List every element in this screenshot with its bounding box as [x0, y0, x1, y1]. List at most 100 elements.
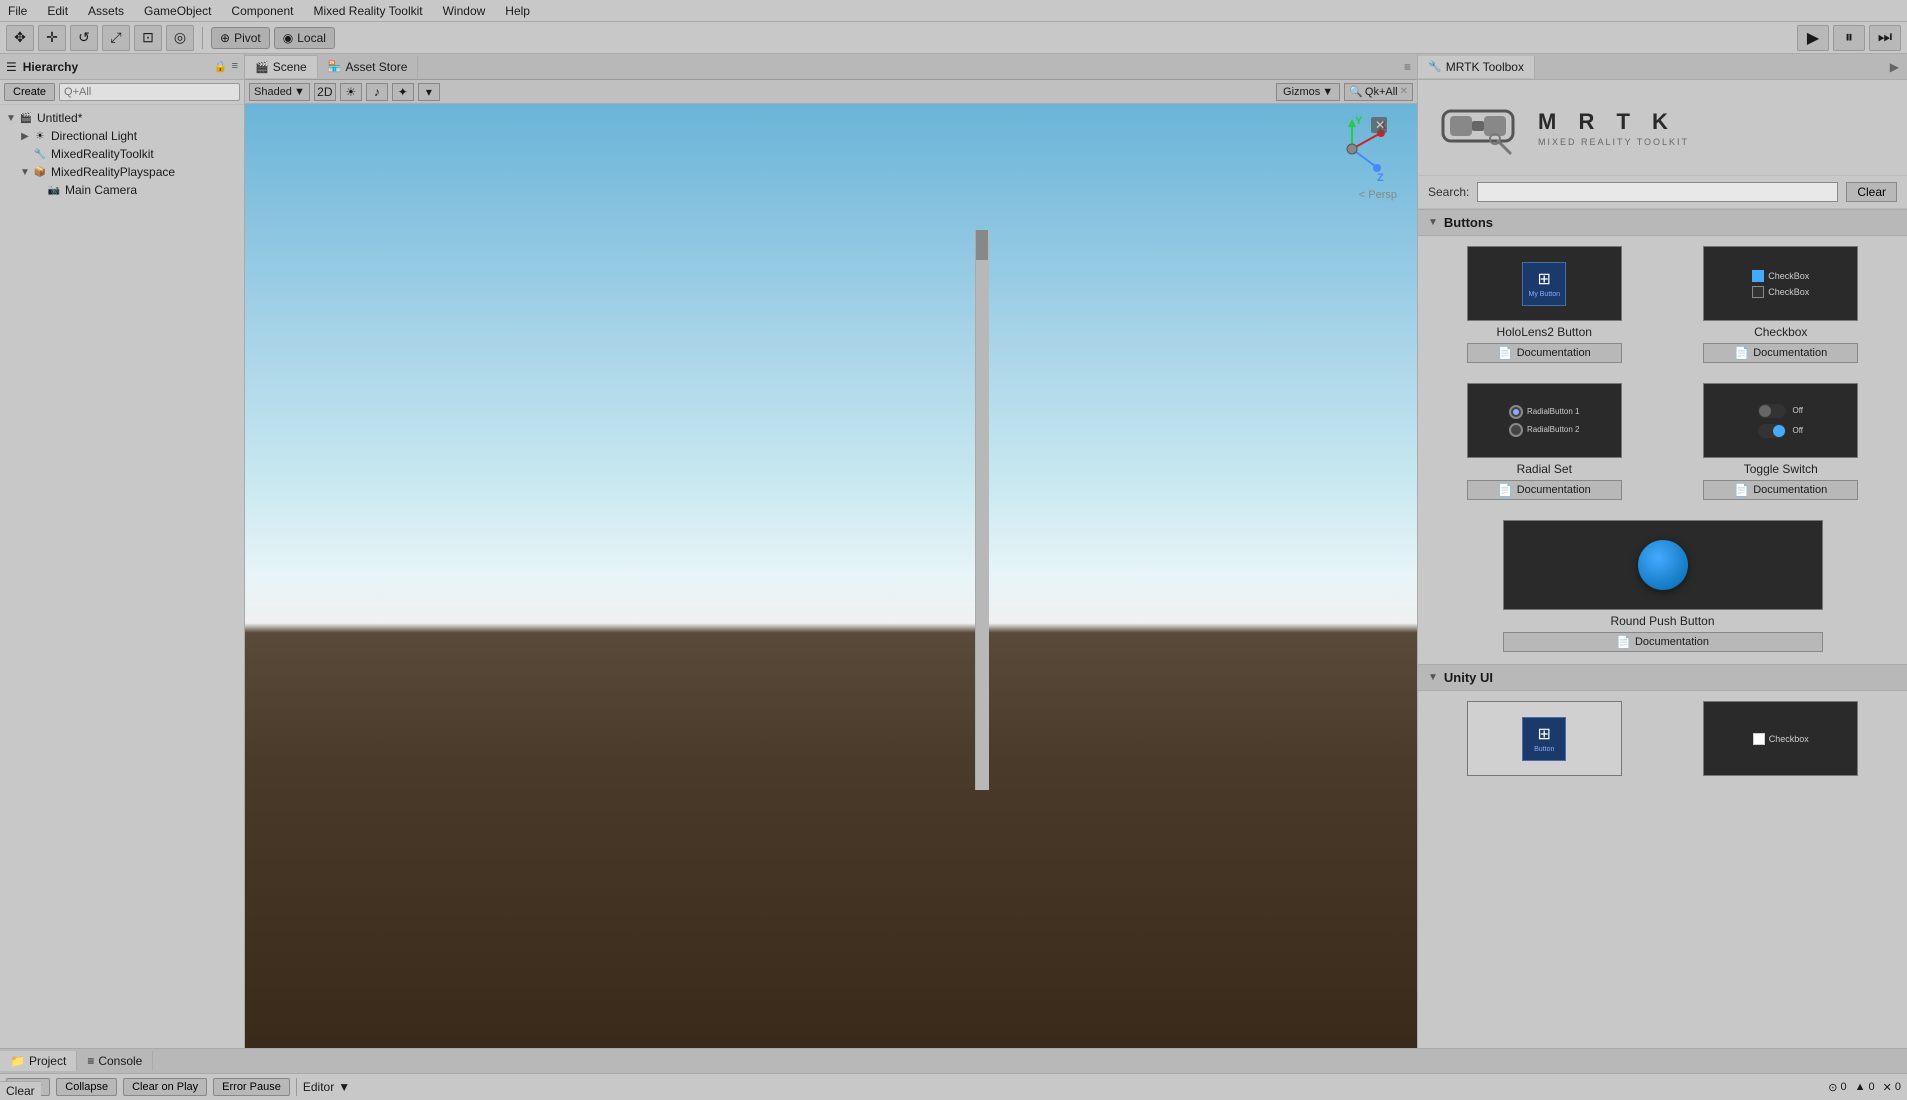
- toggle-item-2: Off: [1758, 424, 1803, 438]
- radial-doc-btn[interactable]: 📄 Documentation: [1467, 480, 1622, 500]
- radial-preview-box[interactable]: RadialButton 1 RadialButton 2: [1467, 383, 1622, 458]
- round-push-item: Round Push Button 📄 Documentation: [1503, 520, 1823, 652]
- hierarchy-title: Hierarchy: [23, 60, 78, 74]
- toolbar-separator-1: [202, 27, 203, 49]
- tool-move[interactable]: ✛: [38, 25, 66, 51]
- mrtk-search-label: Search:: [1428, 185, 1469, 199]
- menu-mrtk[interactable]: Mixed Reality Toolkit: [309, 2, 426, 20]
- gizmos-search[interactable]: 🔍 Qk+All ✕: [1344, 83, 1413, 101]
- tab-asset-store[interactable]: 🏪 Asset Store: [318, 56, 419, 78]
- create-button[interactable]: Create: [4, 83, 55, 101]
- hierarchy-item-mrtk[interactable]: 🔧 MixedRealityToolkit: [0, 145, 244, 163]
- tab-scene[interactable]: 🎬 Scene: [245, 55, 318, 78]
- console-tab-label: Console: [98, 1054, 142, 1068]
- menu-assets[interactable]: Assets: [84, 2, 128, 20]
- menu-edit[interactable]: Edit: [43, 2, 72, 20]
- console-error-pause-button[interactable]: Error Pause: [213, 1078, 290, 1096]
- mrtk-content[interactable]: M R T K MIXED REALITY TOOLKIT Search: Cl…: [1418, 80, 1907, 1048]
- hierarchy-menu-icon[interactable]: ≡: [232, 60, 238, 73]
- mrtk-panel-arrow[interactable]: ▶: [1882, 56, 1907, 78]
- unity-ui-btn-preview[interactable]: ⊞ Button: [1467, 701, 1622, 776]
- unity-ui-btn-text: Button: [1534, 746, 1554, 753]
- checkbox-item-2: CheckBox: [1752, 286, 1809, 298]
- status-icon-info[interactable]: ⊙ 0: [1828, 1081, 1846, 1094]
- playspace-icon: 📦: [32, 164, 48, 180]
- hierarchy-lock-icon[interactable]: 🔒: [214, 60, 228, 73]
- directional-light-label: Directional Light: [51, 129, 137, 143]
- bottom-left-clear: Clear: [0, 1081, 41, 1100]
- cb-box-2: [1752, 286, 1764, 298]
- mrtk-clear-button[interactable]: Clear: [1846, 182, 1897, 202]
- checkbox-preview[interactable]: CheckBox CheckBox: [1703, 246, 1858, 321]
- bottom-status-icons: ⊙ 0 ▲ 0 ✕ 0: [1828, 1081, 1901, 1094]
- checkbox-item-1: CheckBox: [1752, 270, 1809, 282]
- status-icon-error[interactable]: ✕ 0: [1883, 1081, 1901, 1094]
- hierarchy-item-directional-light[interactable]: ▶ ☀ Directional Light: [0, 127, 244, 145]
- editor-dropdown-arrow[interactable]: ▼: [338, 1080, 350, 1094]
- console-tab-icon: ≡: [87, 1054, 94, 1068]
- menu-component[interactable]: Component: [227, 2, 297, 20]
- tool-transform[interactable]: ◎: [166, 25, 194, 51]
- mrtk-scrollbar-track[interactable]: [975, 230, 989, 790]
- gizmos-close-icon[interactable]: ✕: [1400, 86, 1408, 97]
- status-icon-warning[interactable]: ▲ 0: [1855, 1081, 1875, 1093]
- step-button[interactable]: ⏭: [1869, 25, 1901, 51]
- unity-ui-checkbox-item: Checkbox: [1667, 701, 1896, 776]
- pivot-button[interactable]: ⊕ Pivot: [211, 27, 270, 49]
- tool-hand[interactable]: ✥: [6, 25, 34, 51]
- radial-text-1: RadialButton 1: [1527, 407, 1579, 416]
- menu-bar: File Edit Assets GameObject Component Mi…: [0, 0, 1907, 22]
- menu-file[interactable]: File: [4, 2, 31, 20]
- round-push-label: Round Push Button: [1610, 614, 1714, 628]
- scene-panel-menu[interactable]: ≡: [1404, 60, 1417, 74]
- hierarchy-search[interactable]: [59, 83, 240, 101]
- tool-rotate[interactable]: ↺: [70, 25, 98, 51]
- project-tab-icon: 📁: [10, 1054, 25, 1068]
- hierarchy-item-untitled[interactable]: ▼ 🎬 Untitled*: [0, 109, 244, 127]
- gizmos-button[interactable]: Gizmos ▼: [1276, 83, 1340, 101]
- hierarchy-item-playspace[interactable]: ▼ 📦 MixedRealityPlayspace: [0, 163, 244, 181]
- mrtk-scrollbar-thumb[interactable]: [976, 230, 988, 260]
- unity-ui-hl-btn: ⊞ Button: [1522, 717, 1566, 761]
- shading-label: Shaded: [254, 86, 292, 98]
- menu-gameobject[interactable]: GameObject: [140, 2, 215, 20]
- unity-ui-category-header[interactable]: ▼ Unity UI: [1418, 664, 1907, 691]
- doc-icon-1: 📄: [1498, 346, 1513, 360]
- holens2-doc-btn[interactable]: 📄 Documentation: [1467, 343, 1622, 363]
- hierarchy-item-main-camera[interactable]: 📷 Main Camera: [0, 181, 244, 199]
- tab-console[interactable]: ≡ Console: [77, 1051, 153, 1071]
- play-button[interactable]: ▶: [1797, 25, 1829, 51]
- toggle-knob-2: [1773, 425, 1785, 437]
- shading-dropdown[interactable]: Shaded ▼: [249, 83, 310, 101]
- menu-help[interactable]: Help: [501, 2, 534, 20]
- tab-project[interactable]: 📁 Project: [0, 1051, 77, 1071]
- toggle-text-2: Off: [1792, 426, 1803, 435]
- tool-scale[interactable]: ⤢: [102, 25, 130, 51]
- mrtk-toolbox-tab[interactable]: 🔧 MRTK Toolbox: [1418, 56, 1535, 78]
- mode-2d-button[interactable]: 2D: [314, 83, 336, 101]
- scene-viewport[interactable]: Y X Z ✕ < Persp: [245, 104, 1417, 1048]
- lighting-toggle[interactable]: ☀: [340, 83, 362, 101]
- persp-label: < Persp: [1359, 189, 1397, 201]
- radial-inner-1: [1513, 409, 1519, 415]
- unity-ui-checkbox-preview[interactable]: Checkbox: [1703, 701, 1858, 776]
- round-push-doc-btn[interactable]: 📄 Documentation: [1503, 632, 1823, 652]
- checkbox-doc-btn[interactable]: 📄 Documentation: [1703, 343, 1858, 363]
- editor-label: Editor: [303, 1080, 334, 1094]
- toggle-preview-box[interactable]: Off Off: [1703, 383, 1858, 458]
- toggle-doc-btn[interactable]: 📄 Documentation: [1703, 480, 1858, 500]
- tool-rect[interactable]: ⊡: [134, 25, 162, 51]
- local-button[interactable]: ◉ Local: [274, 27, 335, 49]
- round-push-preview[interactable]: [1503, 520, 1823, 610]
- console-collapse-button[interactable]: Collapse: [56, 1078, 117, 1096]
- doc-icon-2: 📄: [1734, 346, 1749, 360]
- audio-toggle[interactable]: ♪: [366, 83, 388, 101]
- pause-button[interactable]: ⏸: [1833, 25, 1865, 51]
- effect-toggle[interactable]: ✦: [392, 83, 414, 101]
- console-clear-on-play-button[interactable]: Clear on Play: [123, 1078, 207, 1096]
- holens2-preview[interactable]: ⊞ My Button: [1467, 246, 1622, 321]
- hidden-toggle[interactable]: ▾: [418, 83, 440, 101]
- buttons-category-header[interactable]: ▼ Buttons: [1418, 209, 1907, 236]
- menu-window[interactable]: Window: [439, 2, 490, 20]
- mrtk-search-input[interactable]: [1477, 182, 1838, 202]
